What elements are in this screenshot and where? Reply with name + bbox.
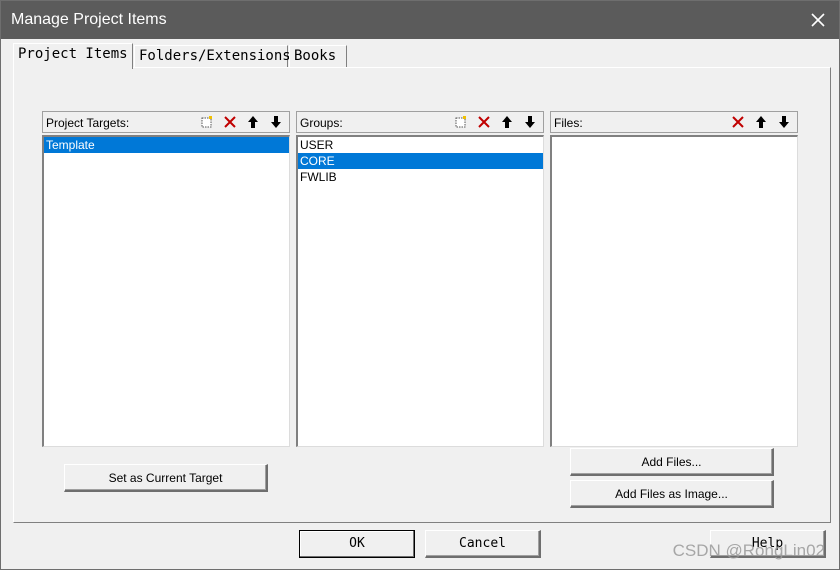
tab-books[interactable]: Books bbox=[289, 45, 347, 67]
list-item[interactable]: Template bbox=[44, 137, 289, 153]
move-down-icon bbox=[271, 116, 281, 128]
move-group-up-button[interactable] bbox=[496, 113, 518, 131]
watermark: CSDN @RongLin02 bbox=[672, 541, 825, 560]
files-toolbar bbox=[726, 113, 795, 131]
move-target-up-button[interactable] bbox=[242, 113, 264, 131]
set-current-target-button[interactable]: Set as Current Target bbox=[64, 464, 268, 492]
project-targets-list[interactable]: Template bbox=[42, 135, 290, 447]
groups-header: Groups: bbox=[296, 111, 544, 133]
move-down-icon bbox=[525, 116, 535, 128]
groups-toolbar bbox=[449, 113, 541, 131]
move-up-icon bbox=[756, 116, 766, 128]
new-icon bbox=[201, 116, 212, 128]
groups-panel: Groups: USER CORE FWLIB bbox=[296, 111, 544, 447]
move-up-icon bbox=[248, 116, 258, 128]
delete-group-button[interactable] bbox=[473, 113, 495, 131]
move-up-icon bbox=[502, 116, 512, 128]
groups-list[interactable]: USER CORE FWLIB bbox=[296, 135, 544, 447]
move-file-up-button[interactable] bbox=[750, 113, 772, 131]
project-targets-panel: Project Targets: Template bbox=[42, 111, 290, 447]
ok-button[interactable]: OK bbox=[299, 530, 415, 558]
dialog-window: Manage Project Items Project Items Folde… bbox=[0, 0, 840, 570]
tab-folders-extensions[interactable]: Folders/Extensions bbox=[134, 45, 291, 67]
files-panel: Files: bbox=[550, 111, 798, 447]
groups-label: Groups: bbox=[300, 116, 343, 130]
project-targets-toolbar bbox=[195, 113, 287, 131]
tab-project-items[interactable]: Project Items bbox=[13, 43, 133, 69]
list-item[interactable]: USER bbox=[298, 137, 543, 153]
close-button[interactable] bbox=[805, 7, 831, 33]
project-targets-header: Project Targets: bbox=[42, 111, 290, 133]
window-title: Manage Project Items bbox=[11, 11, 167, 28]
files-label: Files: bbox=[554, 116, 583, 130]
new-group-button[interactable] bbox=[450, 113, 472, 131]
title-bar[interactable]: Manage Project Items bbox=[1, 1, 839, 39]
delete-icon bbox=[224, 116, 236, 128]
move-target-down-button[interactable] bbox=[265, 113, 287, 131]
list-item[interactable]: CORE bbox=[298, 153, 543, 169]
new-target-button[interactable] bbox=[196, 113, 218, 131]
add-files-as-image-button[interactable]: Add Files as Image... bbox=[570, 480, 774, 508]
add-files-button[interactable]: Add Files... bbox=[570, 448, 774, 476]
delete-target-button[interactable] bbox=[219, 113, 241, 131]
list-item[interactable]: FWLIB bbox=[298, 169, 543, 185]
delete-file-button[interactable] bbox=[727, 113, 749, 131]
files-header: Files: bbox=[550, 111, 798, 133]
move-down-icon bbox=[779, 116, 789, 128]
cancel-button[interactable]: Cancel bbox=[425, 530, 541, 558]
project-targets-label: Project Targets: bbox=[46, 116, 130, 130]
delete-icon bbox=[732, 116, 744, 128]
move-file-down-button[interactable] bbox=[773, 113, 795, 131]
move-group-down-button[interactable] bbox=[519, 113, 541, 131]
close-icon bbox=[811, 13, 825, 27]
new-icon bbox=[455, 116, 466, 128]
files-list[interactable] bbox=[550, 135, 798, 447]
delete-icon bbox=[478, 116, 490, 128]
